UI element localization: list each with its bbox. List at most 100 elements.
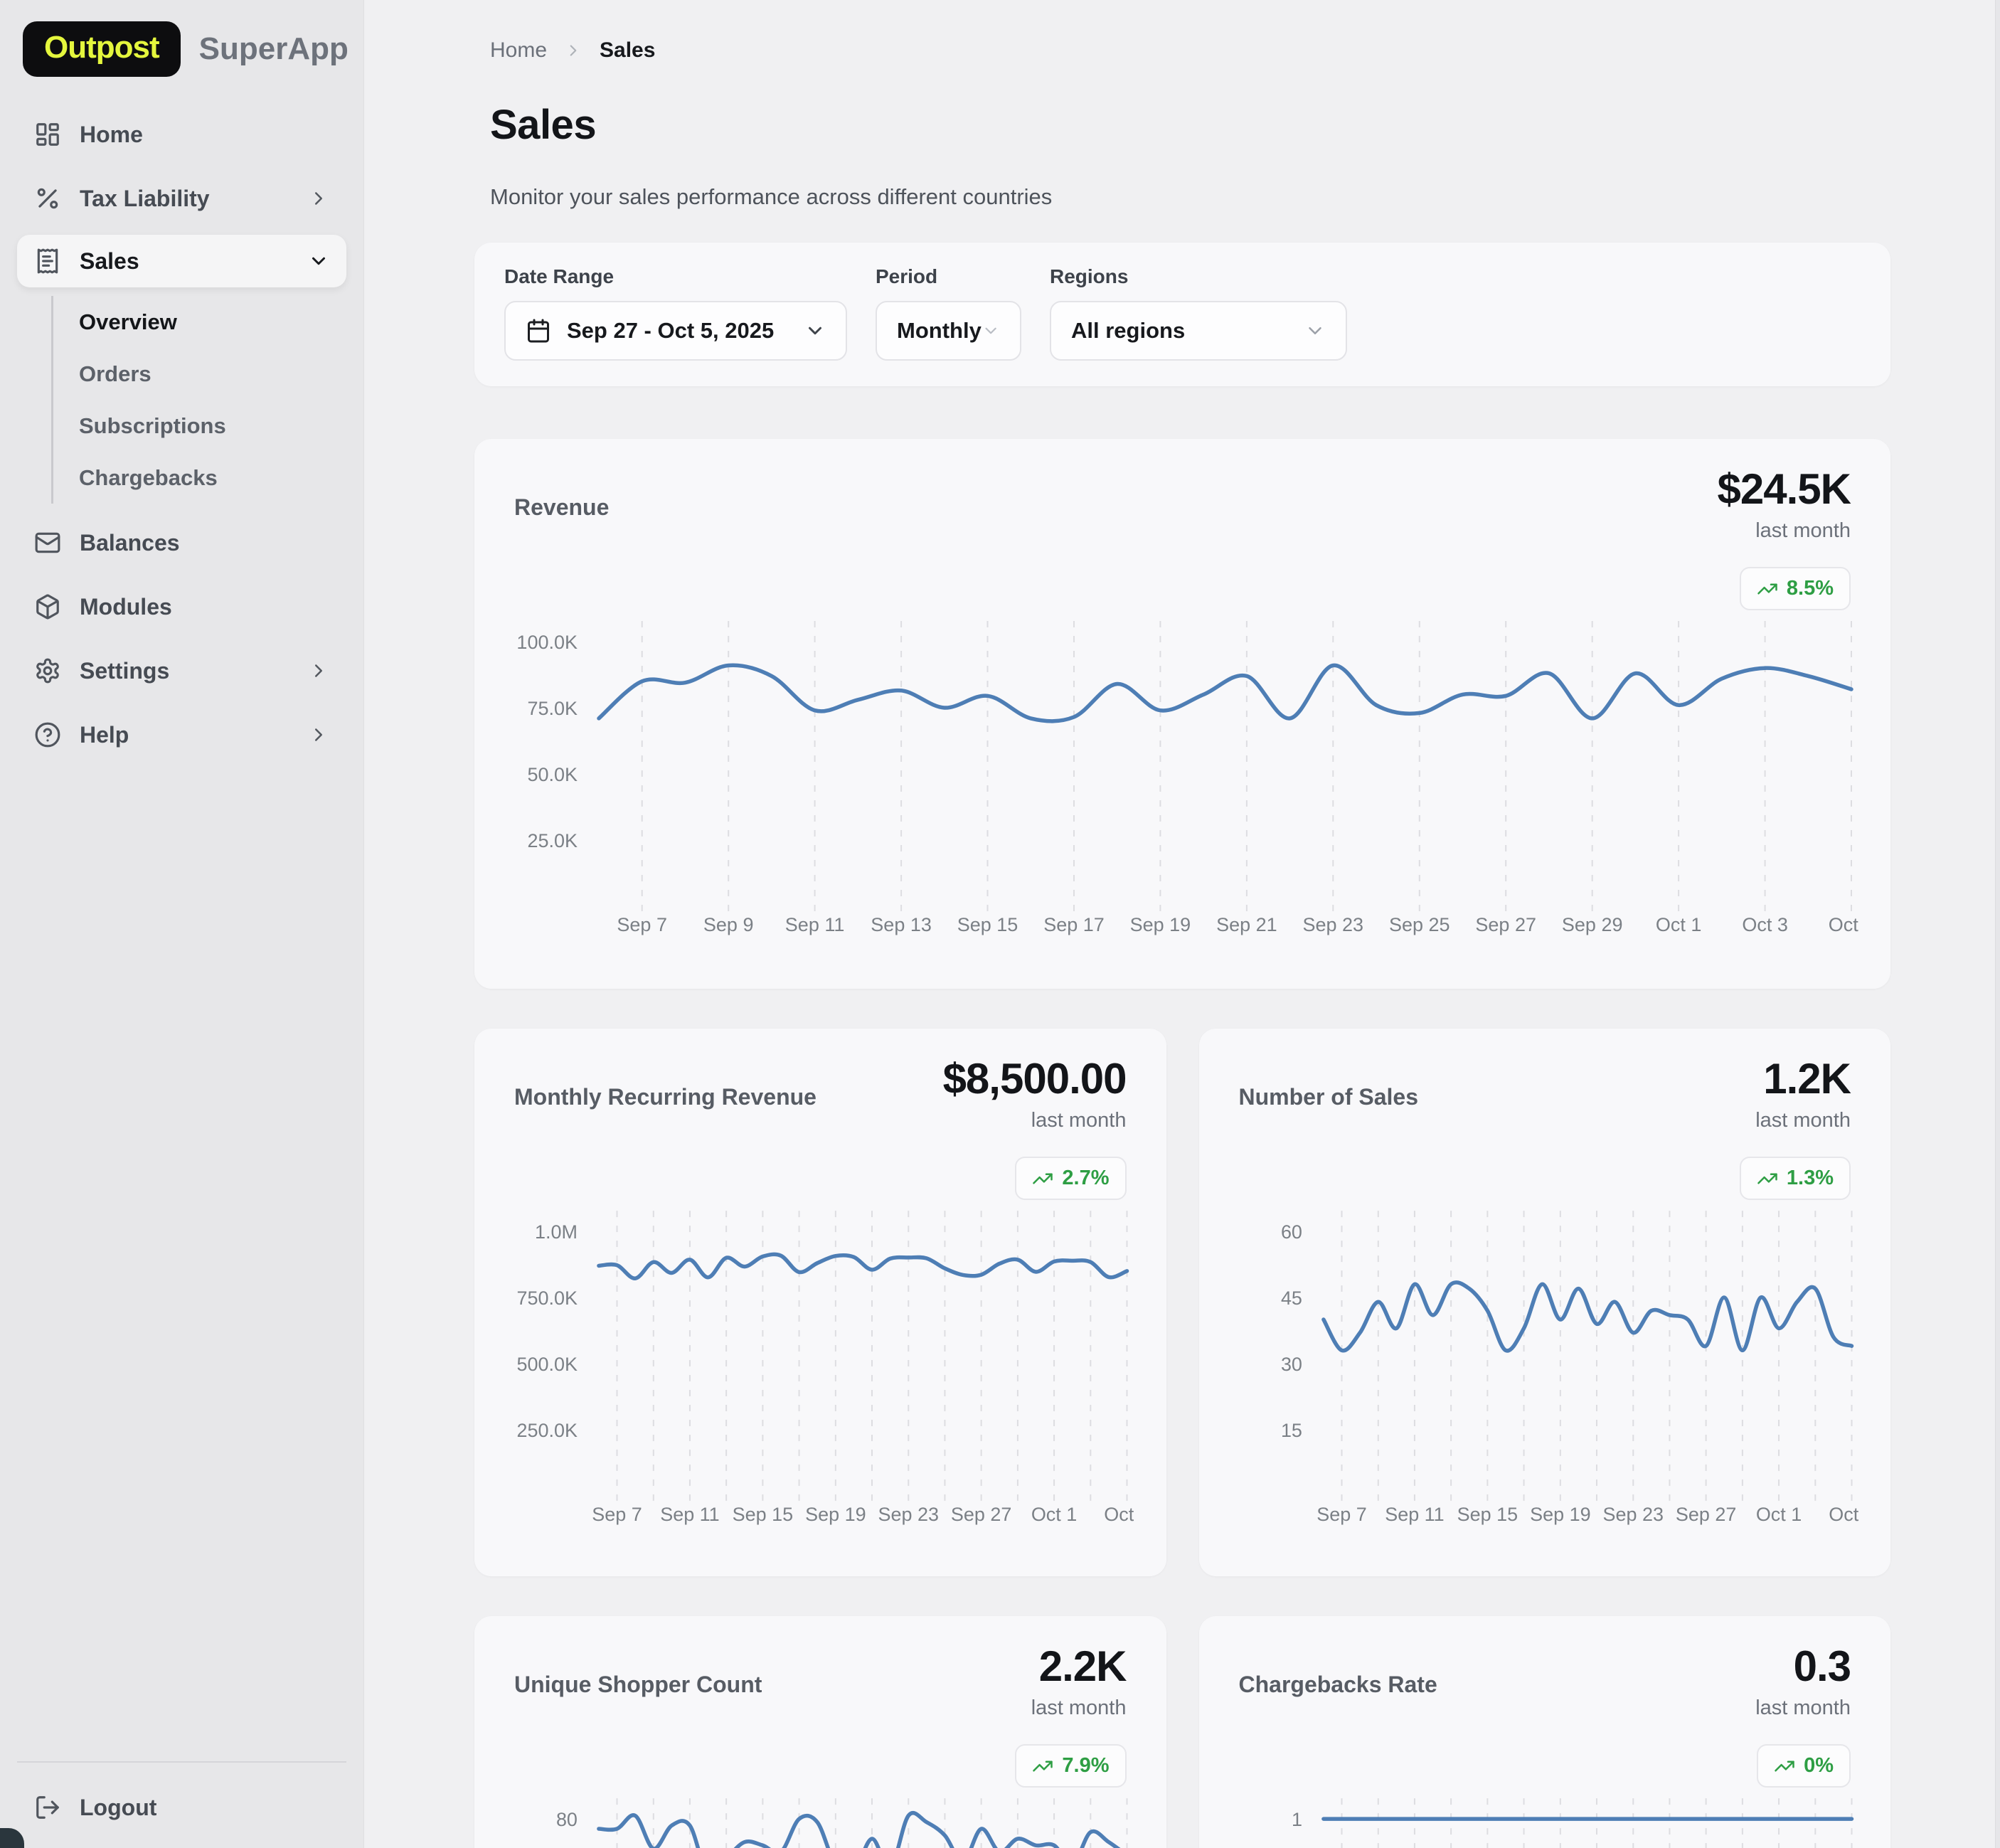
main-content: Home Sales Sales Monitor your sales perf… [364,0,2000,1848]
svg-text:Oct 5: Oct 5 [1829,914,1862,935]
mail-icon [34,529,61,556]
trending-up-icon [1032,1756,1053,1777]
svg-text:Sep 7: Sep 7 [592,1504,642,1525]
sidebar-item-label: Modules [80,594,172,620]
sidebar-item-label: Home [80,122,143,148]
svg-text:Oct 3: Oct 3 [1742,914,1788,935]
sidebar-item-label: Balances [80,530,180,556]
help-circle-icon [34,721,61,748]
metric: $8,500.00 last month [943,1054,1127,1132]
card-title: Chargebacks Rate [1239,1672,1437,1698]
svg-text:1: 1 [1291,1809,1302,1830]
sidebar-item-label: Sales [80,248,139,275]
sidebar-item-label: Help [80,722,129,748]
metric: $24.5K last month [1718,464,1851,543]
chevron-down-icon [982,320,1000,341]
sidebar-item-orders[interactable]: Orders [53,348,346,400]
svg-text:Sep 27: Sep 27 [1675,1504,1735,1525]
date-range-label: Date Range [504,265,847,288]
period-label: Period [876,265,1021,288]
mrr-card: Monthly Recurring Revenue $8,500.00 last… [474,1029,1166,1576]
breadcrumb: Home Sales [474,38,1890,63]
chevron-right-icon [308,188,329,209]
regions-select[interactable]: All regions [1050,301,1347,361]
sidebar-item-home[interactable]: Home [17,107,346,162]
svg-text:Sep 13: Sep 13 [871,914,932,935]
sidebar-item-modules[interactable]: Modules [17,579,346,634]
date-range-select[interactable]: Sep 27 - Oct 5, 2025 [504,301,847,361]
brand-header: Outpost SuperApp [0,0,363,77]
svg-text:Sep 23: Sep 23 [1303,914,1364,935]
logo-text: Outpost [44,30,159,65]
sub-item-label: Subscriptions [79,413,226,439]
breadcrumb-home[interactable]: Home [490,38,547,63]
sidebar-item-chargebacks[interactable]: Chargebacks [53,452,346,504]
svg-text:Sep 19: Sep 19 [1530,1504,1590,1525]
svg-text:Oct 1: Oct 1 [1755,1504,1801,1525]
app-name: SuperApp [199,31,349,67]
scrollbar-track[interactable] [1995,0,2000,1848]
chevron-right-icon [564,41,583,60]
breadcrumb-sales[interactable]: Sales [600,38,655,63]
page-title: Sales [490,101,1890,149]
date-range-group: Date Range Sep 27 - Oct 5, 2025 [504,265,847,361]
svg-text:30: 30 [1280,1354,1302,1375]
calendar-icon [526,318,551,344]
change-badge: 8.5% [1740,567,1851,610]
svg-text:Sep 23: Sep 23 [1602,1504,1663,1525]
sidebar-item-subscriptions[interactable]: Subscriptions [53,400,346,452]
svg-text:Sep 7: Sep 7 [1317,1504,1366,1525]
sidebar-item-balances[interactable]: Balances [17,515,346,570]
change-value: 0% [1804,1754,1834,1778]
chevron-down-icon [804,320,826,341]
svg-text:Sep 11: Sep 11 [785,914,845,935]
sidebar-item-settings[interactable]: Settings [17,643,346,699]
svg-text:Oct 5: Oct 5 [1829,1504,1862,1525]
change-value: 2.7% [1062,1167,1109,1190]
trending-up-icon [1757,1168,1778,1189]
svg-text:Oct 1: Oct 1 [1031,1504,1077,1525]
svg-text:Sep 27: Sep 27 [1475,914,1536,935]
metric-period: last month [1718,519,1851,543]
svg-text:Sep 25: Sep 25 [1389,914,1450,935]
card-title: Number of Sales [1239,1084,1419,1110]
period-value: Monthly [897,318,982,344]
svg-text:Sep 23: Sep 23 [878,1504,939,1525]
svg-text:Sep 11: Sep 11 [1385,1504,1444,1525]
chargebacks-line-chart: 10.750.50.25Sep 7Sep 11Sep 15Sep 19Sep 2… [1228,1787,1863,1848]
outpost-logo[interactable]: Outpost [23,21,181,77]
package-icon [34,593,61,620]
sidebar-item-overview[interactable]: Overview [53,296,346,348]
chevron-down-icon [1304,320,1326,341]
svg-text:750.0K: 750.0K [516,1287,577,1309]
svg-text:Sep 15: Sep 15 [1457,1504,1517,1525]
svg-text:500.0K: 500.0K [516,1354,577,1375]
metric: 0.3 last month [1755,1642,1851,1720]
svg-text:250.0K: 250.0K [516,1420,577,1441]
regions-label: Regions [1050,265,1347,288]
svg-text:Sep 21: Sep 21 [1216,914,1277,935]
unique-shopper-card: Unique Shopper Count 2.2K last month 7.9… [474,1616,1166,1848]
change-badge: 1.3% [1740,1157,1851,1200]
svg-text:Sep 11: Sep 11 [660,1504,719,1525]
mrr-line-chart: 1.0M750.0K500.0K250.0KSep 7Sep 11Sep 15S… [503,1199,1138,1534]
svg-text:80: 80 [556,1809,578,1830]
sidebar-item-label: Tax Liability [80,186,210,212]
filters-bar: Date Range Sep 27 - Oct 5, 2025 Period M… [474,243,1890,386]
sidebar-item-sales[interactable]: Sales [17,235,346,287]
period-select[interactable]: Monthly [876,301,1021,361]
logout-icon [34,1794,61,1821]
metric-value: 0.3 [1755,1642,1851,1691]
sidebar-item-help[interactable]: Help [17,707,346,763]
metric-period: last month [943,1109,1127,1132]
svg-text:Sep 27: Sep 27 [951,1504,1011,1525]
chevron-down-icon [308,250,329,272]
svg-text:75.0K: 75.0K [527,698,578,719]
logout-button[interactable]: Logout [17,1780,346,1835]
metric-value: $8,500.00 [943,1054,1127,1103]
sidebar-item-tax-liability[interactable]: Tax Liability [17,171,346,226]
trending-up-icon [1032,1168,1053,1189]
change-badge: 2.7% [1015,1157,1126,1200]
metric-value: $24.5K [1718,464,1851,514]
receipt-icon [34,248,61,275]
